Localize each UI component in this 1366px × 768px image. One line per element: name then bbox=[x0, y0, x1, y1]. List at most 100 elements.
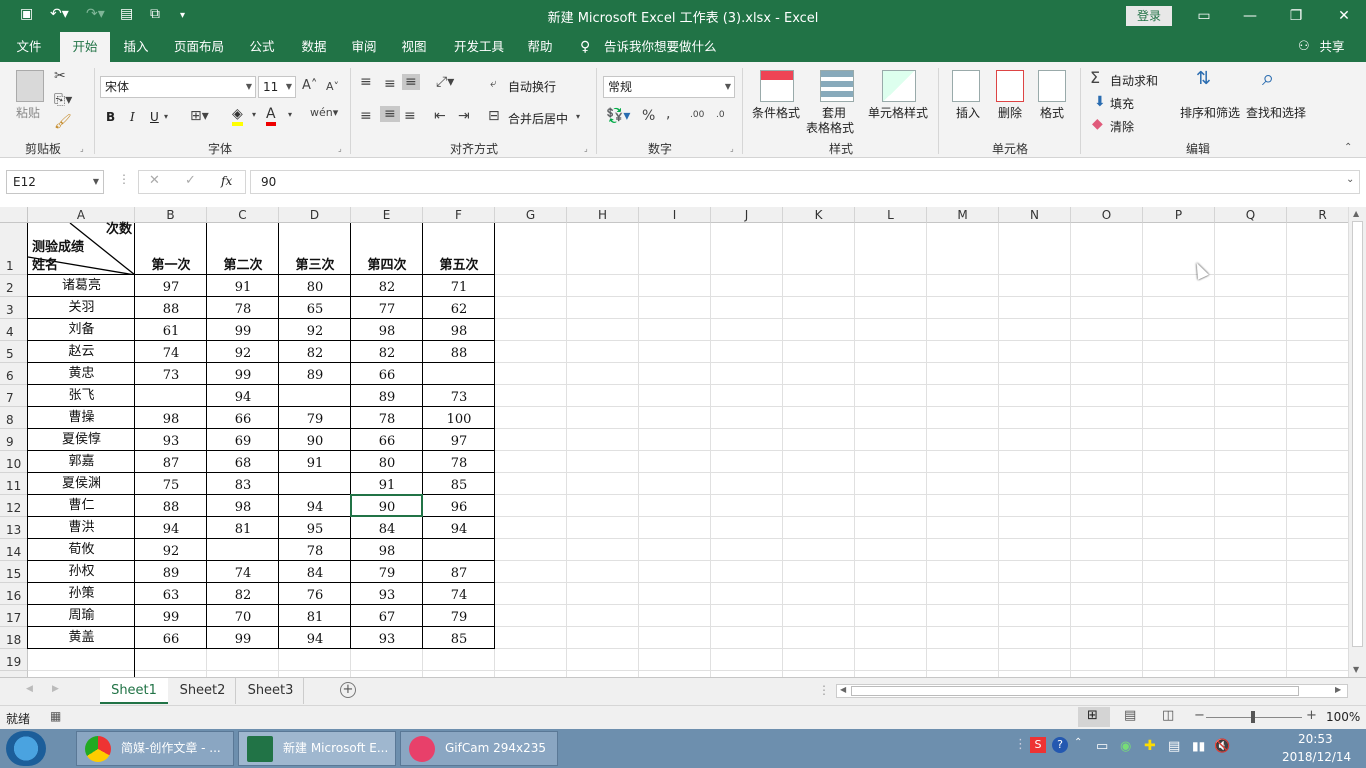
score-cell[interactable]: 66 bbox=[351, 363, 423, 385]
score-cell[interactable]: 78 bbox=[351, 407, 423, 429]
score-cell[interactable]: 98 bbox=[351, 319, 423, 341]
insert-function-button[interactable]: fx bbox=[221, 174, 232, 188]
name-cell[interactable]: 孙策 bbox=[28, 583, 135, 605]
row-header[interactable]: 18 bbox=[0, 627, 28, 649]
delete-cells-icon[interactable] bbox=[996, 70, 1024, 102]
border-icon[interactable]: ⊞▾ bbox=[190, 108, 209, 124]
score-cell[interactable]: 91 bbox=[279, 451, 351, 473]
expand-formula-icon[interactable]: ⌄ bbox=[1346, 174, 1354, 185]
vertical-scrollbar[interactable]: ▲ ▼ bbox=[1348, 207, 1366, 677]
zoom-out-icon[interactable]: − bbox=[1194, 708, 1205, 723]
tray-settings-icon[interactable]: ⌃ bbox=[1074, 737, 1082, 748]
score-cell[interactable]: 74 bbox=[135, 341, 207, 363]
score-cell[interactable]: 98 bbox=[423, 319, 495, 341]
score-cell[interactable]: 93 bbox=[135, 429, 207, 451]
score-cell[interactable]: 85 bbox=[423, 627, 495, 649]
collapse-ribbon-icon[interactable]: ⌃ bbox=[1344, 142, 1352, 153]
score-cell[interactable]: 97 bbox=[135, 275, 207, 297]
score-cell[interactable]: 87 bbox=[135, 451, 207, 473]
name-cell[interactable]: 张飞 bbox=[28, 385, 135, 407]
cut-icon[interactable]: ✂ bbox=[54, 68, 66, 84]
row-header[interactable]: 12 bbox=[0, 495, 28, 517]
header-label-times[interactable]: 次数 bbox=[92, 221, 132, 239]
wrap-text-icon[interactable]: ⤶ bbox=[490, 76, 497, 91]
score-cell[interactable]: 77 bbox=[351, 297, 423, 319]
row-header[interactable]: 19 bbox=[0, 649, 28, 671]
accounting-format-icon[interactable]: 💱▾ bbox=[606, 108, 630, 124]
minimize-icon[interactable]: — bbox=[1236, 4, 1264, 28]
insert-cells-button[interactable]: 插入 bbox=[956, 104, 980, 121]
row-header[interactable]: 1 bbox=[0, 223, 28, 275]
score-cell[interactable]: 89 bbox=[135, 561, 207, 583]
scroll-thumb[interactable] bbox=[1352, 221, 1363, 647]
score-cell[interactable]: 80 bbox=[279, 275, 351, 297]
score-cell[interactable]: 94 bbox=[135, 517, 207, 539]
score-cell[interactable]: 98 bbox=[351, 539, 423, 561]
name-cell[interactable]: 关羽 bbox=[28, 297, 135, 319]
align-left-icon[interactable]: ≡ bbox=[360, 108, 372, 124]
find-select-button[interactable]: 查找和选择 bbox=[1246, 104, 1306, 121]
row-header[interactable]: 16 bbox=[0, 583, 28, 605]
name-cell[interactable]: 赵云 bbox=[28, 341, 135, 363]
score-cell[interactable]: 94 bbox=[423, 517, 495, 539]
page-break-view-icon[interactable]: ◫ bbox=[1162, 708, 1174, 723]
sheet-tab-1[interactable]: Sheet1 bbox=[100, 678, 168, 704]
score-cell[interactable] bbox=[135, 385, 207, 407]
column-header[interactable]: Q bbox=[1215, 207, 1287, 223]
scroll-right-icon[interactable]: ▶ bbox=[1335, 685, 1341, 694]
name-cell[interactable]: 曹仁 bbox=[28, 495, 135, 517]
align-middle-icon[interactable]: ≡ bbox=[384, 76, 396, 92]
column-header[interactable]: G bbox=[495, 207, 567, 223]
score-cell[interactable] bbox=[423, 363, 495, 385]
cell-styles-icon[interactable] bbox=[882, 70, 916, 102]
score-cell[interactable]: 68 bbox=[207, 451, 279, 473]
formula-input[interactable]: 90 bbox=[250, 170, 1360, 194]
score-cell[interactable]: 90 bbox=[279, 429, 351, 451]
name-cell[interactable]: 周瑜 bbox=[28, 605, 135, 627]
conditional-formatting-icon[interactable] bbox=[760, 70, 794, 102]
score-cell[interactable]: 67 bbox=[351, 605, 423, 627]
score-cell[interactable]: 74 bbox=[207, 561, 279, 583]
row-header[interactable]: 8 bbox=[0, 407, 28, 429]
name-cell[interactable]: 曹操 bbox=[28, 407, 135, 429]
name-cell[interactable]: 黄盖 bbox=[28, 627, 135, 649]
score-cell[interactable]: 88 bbox=[423, 341, 495, 363]
tab-home[interactable]: 开始 bbox=[60, 32, 110, 62]
score-cell[interactable]: 97 bbox=[423, 429, 495, 451]
score-cell[interactable]: 98 bbox=[207, 495, 279, 517]
underline-button[interactable]: U bbox=[150, 110, 159, 124]
sheet-tab-2[interactable]: Sheet2 bbox=[170, 678, 236, 704]
enter-icon[interactable]: ✓ bbox=[185, 173, 196, 188]
tab-review[interactable]: 审阅 bbox=[342, 32, 386, 62]
tab-page-layout[interactable]: 页面布局 bbox=[166, 32, 232, 62]
sort-filter-button[interactable]: 排序和筛选 bbox=[1180, 104, 1240, 121]
orientation-icon[interactable]: ⤢▾ bbox=[436, 74, 454, 90]
tab-help[interactable]: 帮助 bbox=[518, 32, 562, 62]
decrease-font-icon[interactable]: A˅ bbox=[326, 80, 339, 93]
increase-indent-icon[interactable]: ⇥ bbox=[458, 108, 470, 124]
taskbar-item-gifcam[interactable]: GifCam 294x235 bbox=[400, 731, 558, 766]
column-header[interactable]: F bbox=[423, 207, 495, 223]
score-cell[interactable]: 92 bbox=[207, 341, 279, 363]
score-cell[interactable]: 76 bbox=[279, 583, 351, 605]
column-header[interactable]: O bbox=[1071, 207, 1143, 223]
score-cell[interactable]: 70 bbox=[207, 605, 279, 627]
row-header[interactable]: 15 bbox=[0, 561, 28, 583]
score-cell[interactable]: 75 bbox=[135, 473, 207, 495]
insert-cells-icon[interactable] bbox=[952, 70, 980, 102]
name-cell[interactable]: 刘备 bbox=[28, 319, 135, 341]
row-header[interactable]: 3 bbox=[0, 297, 28, 319]
table-header-cell[interactable]: 第五次 bbox=[423, 257, 495, 275]
score-cell[interactable] bbox=[279, 473, 351, 495]
increase-decimal-icon[interactable]: .00 bbox=[690, 110, 704, 120]
score-cell[interactable]: 99 bbox=[207, 319, 279, 341]
start-button-icon[interactable] bbox=[6, 731, 46, 766]
sogou-ime-icon[interactable]: S bbox=[1030, 737, 1046, 753]
align-right-icon[interactable]: ≡ bbox=[404, 108, 416, 124]
format-cells-icon[interactable] bbox=[1038, 70, 1066, 102]
score-cell[interactable]: 62 bbox=[423, 297, 495, 319]
copy-icon[interactable]: ⎘▾ bbox=[54, 92, 72, 108]
score-cell[interactable] bbox=[279, 385, 351, 407]
score-cell[interactable]: 88 bbox=[135, 495, 207, 517]
zoom-in-icon[interactable]: + bbox=[1306, 708, 1317, 723]
